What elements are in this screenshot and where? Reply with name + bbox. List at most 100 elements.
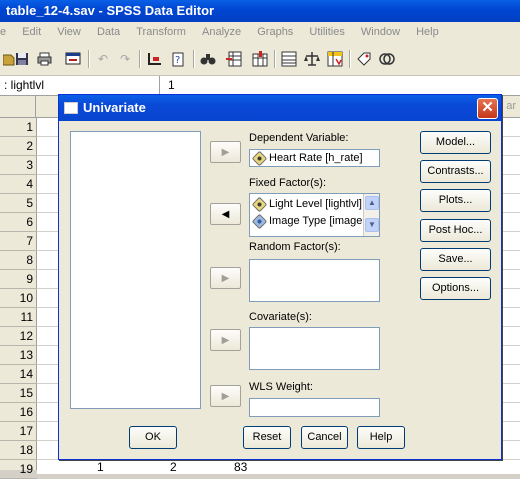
insert-variable-icon[interactable] (251, 50, 269, 68)
row-number[interactable]: 6 (0, 213, 37, 232)
svg-text:?: ? (175, 55, 180, 66)
toolbar-separator (274, 50, 275, 68)
goto-case-icon[interactable] (146, 50, 164, 68)
model-button[interactable]: Model... (420, 131, 491, 154)
close-button[interactable]: ✕ (477, 98, 498, 119)
post-hoc-button[interactable]: Post Hoc... (420, 219, 491, 242)
scroll-down-icon[interactable]: ▼ (365, 218, 379, 232)
dialog-title-bar: Univariate ✕ (59, 95, 501, 121)
plots-button[interactable]: Plots... (420, 189, 491, 212)
save-icon[interactable] (13, 50, 31, 68)
arrow-right-icon: ▶ (221, 146, 230, 158)
window-title: table_12-4.sav - SPSS Data Editor (6, 3, 215, 18)
row-number[interactable]: 11 (0, 308, 37, 327)
dependent-variable-value: Heart Rate [h_rate] (269, 152, 363, 164)
list-item[interactable]: Heart Rate [h_rate] (251, 150, 363, 166)
arrow-right-icon: ▶ (221, 334, 230, 346)
wls-weight-field[interactable] (249, 398, 380, 417)
row-number[interactable]: 12 (0, 327, 37, 346)
dependent-variable-field[interactable]: Heart Rate [h_rate] (249, 149, 380, 167)
arrow-right-icon: ▶ (221, 272, 230, 284)
random-factors-label: Random Factor(s): (249, 241, 341, 253)
grid-cell[interactable]: 83 (234, 460, 247, 474)
row-number[interactable]: 8 (0, 251, 37, 270)
menu-bar: e Edit View Data Transform Analyze Graph… (0, 22, 520, 42)
menu-view[interactable]: View (57, 22, 81, 42)
covariates-label: Covariate(s): (249, 311, 312, 323)
window-title-bar: table_12-4.sav - SPSS Data Editor (0, 0, 520, 22)
column-header-var[interactable]: ar (506, 100, 516, 112)
menu-transform[interactable]: Transform (136, 22, 186, 42)
row-number[interactable]: 3 (0, 156, 37, 175)
move-wls-weight-button[interactable]: ▶ (210, 385, 241, 407)
scroll-up-icon[interactable]: ▲ (365, 196, 379, 210)
univariate-dialog: Univariate ✕ ▶ Dependent Variable: Heart… (58, 94, 502, 460)
cancel-button[interactable]: Cancel (301, 426, 348, 449)
fixed-factors-list[interactable]: Light Level [lightlvl] Image Type [image… (249, 193, 380, 237)
row-number[interactable]: 9 (0, 270, 37, 289)
arrow-right-icon: ▶ (221, 390, 230, 402)
row-number[interactable]: 16 (0, 403, 37, 422)
contrasts-button[interactable]: Contrasts... (420, 160, 491, 183)
fixed-factors-label: Fixed Factor(s): (249, 177, 327, 189)
covariates-list[interactable] (249, 327, 380, 370)
arrow-left-icon: ◀ (221, 208, 230, 220)
row-number[interactable]: 2 (0, 137, 37, 156)
move-dependent-button[interactable]: ▶ (210, 141, 241, 163)
row-number[interactable]: 18 (0, 441, 37, 460)
help-button[interactable]: Help (357, 426, 405, 449)
random-factors-list[interactable] (249, 259, 380, 302)
list-item[interactable]: Light Level [lightlvl] (251, 196, 362, 212)
menu-window[interactable]: Window (361, 22, 400, 42)
select-cases-icon[interactable] (326, 50, 344, 68)
fixed-factors-scrollbar[interactable]: ▲ ▼ (363, 194, 379, 236)
scale-variable-icon (251, 150, 268, 166)
ok-button[interactable]: OK (129, 426, 177, 449)
move-covariate-button[interactable]: ▶ (210, 329, 241, 351)
menu-help[interactable]: Help (416, 22, 439, 42)
value-labels-icon[interactable] (355, 50, 373, 68)
insert-case-icon[interactable] (225, 50, 243, 68)
cell-value-input[interactable]: 1 (168, 76, 175, 95)
ordinal-variable-icon (251, 196, 268, 212)
print-icon[interactable] (35, 50, 53, 68)
row-number[interactable]: 5 (0, 194, 37, 213)
fixed-factor-item: Light Level [lightlvl] (269, 198, 362, 210)
find-icon[interactable] (199, 50, 217, 68)
row-number[interactable]: 7 (0, 232, 37, 251)
options-button[interactable]: Options... (420, 277, 491, 300)
fixed-factor-item: Image Type [image (269, 215, 363, 227)
menu-data[interactable]: Data (97, 22, 120, 42)
use-sets-icon[interactable] (378, 50, 396, 68)
source-variable-list[interactable] (70, 131, 201, 409)
table-row[interactable]: 1 2 83 (37, 460, 520, 474)
menu-utilities[interactable]: Utilities (309, 22, 344, 42)
grid-corner[interactable] (0, 96, 36, 117)
menu-graphs[interactable]: Graphs (257, 22, 293, 42)
row-number[interactable]: 15 (0, 384, 37, 403)
move-fixed-factor-button[interactable]: ◀ (210, 203, 241, 225)
row-number[interactable]: 14 (0, 365, 37, 384)
move-random-factor-button[interactable]: ▶ (210, 267, 241, 289)
row-number[interactable]: 1 (0, 118, 37, 137)
grid-cell[interactable]: 2 (170, 460, 177, 474)
row-number[interactable]: 10 (0, 289, 37, 308)
menu-edit[interactable]: Edit (22, 22, 41, 42)
weight-cases-icon[interactable] (303, 50, 321, 68)
grid-cell[interactable]: 1 (97, 460, 104, 474)
menu-file[interactable]: e (0, 22, 6, 42)
menu-analyze[interactable]: Analyze (202, 22, 241, 42)
variables-icon[interactable]: ? (170, 50, 188, 68)
redo-icon[interactable]: ↷ (116, 50, 134, 68)
dialog-title: Univariate (83, 100, 146, 115)
dialog-recall-icon[interactable] (64, 50, 82, 68)
toolbar-separator (193, 50, 194, 68)
reset-button[interactable]: Reset (243, 426, 291, 449)
row-number[interactable]: 17 (0, 422, 37, 441)
split-file-icon[interactable] (280, 50, 298, 68)
row-number[interactable]: 13 (0, 346, 37, 365)
save-button[interactable]: Save... (420, 248, 491, 271)
list-item[interactable]: Image Type [image (251, 213, 363, 229)
row-number[interactable]: 4 (0, 175, 37, 194)
undo-icon[interactable]: ↶ (94, 50, 112, 68)
